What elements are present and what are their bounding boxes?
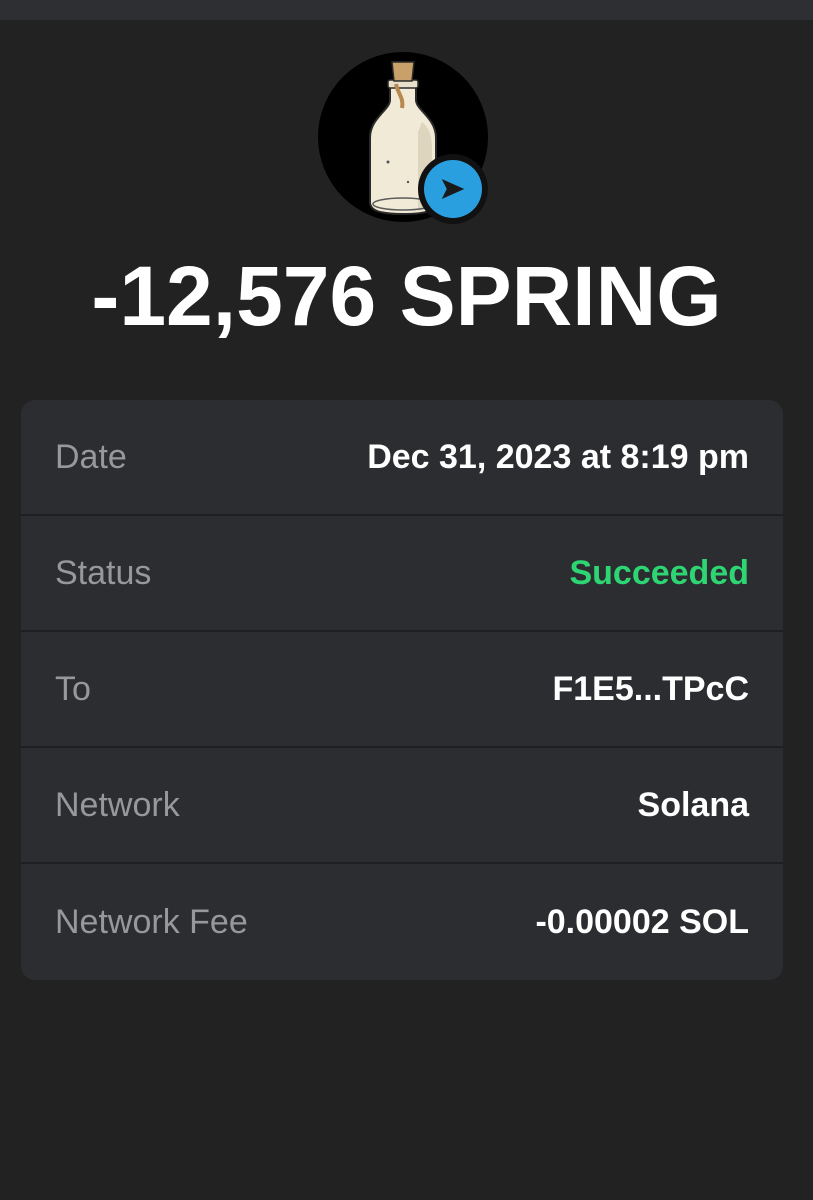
send-arrow-icon	[441, 179, 465, 199]
network-label: Network	[55, 785, 180, 824]
network-fee-label: Network Fee	[55, 902, 248, 941]
detail-row-status: Status Succeeded	[21, 516, 783, 632]
transaction-amount: -12,576 SPRING	[91, 249, 722, 343]
detail-row-network: Network Solana	[21, 748, 783, 864]
date-label: Date	[55, 437, 127, 476]
date-value: Dec 31, 2023 at 8:19 pm	[367, 437, 749, 476]
detail-row-to[interactable]: To F1E5...TPcC	[21, 632, 783, 748]
token-avatar-group	[318, 52, 488, 224]
top-strip	[0, 0, 813, 20]
send-badge	[418, 154, 488, 224]
network-value: Solana	[637, 785, 749, 824]
to-label: To	[55, 669, 91, 708]
transaction-details-card: Date Dec 31, 2023 at 8:19 pm Status Succ…	[21, 400, 783, 980]
status-label: Status	[55, 553, 152, 592]
recipient-address[interactable]: F1E5...TPcC	[552, 670, 749, 709]
detail-row-date: Date Dec 31, 2023 at 8:19 pm	[21, 400, 783, 516]
detail-row-network-fee: Network Fee -0.00002 SOL	[21, 864, 783, 980]
network-fee-value: -0.00002 SOL	[535, 902, 749, 941]
status-value: Succeeded	[569, 553, 749, 592]
